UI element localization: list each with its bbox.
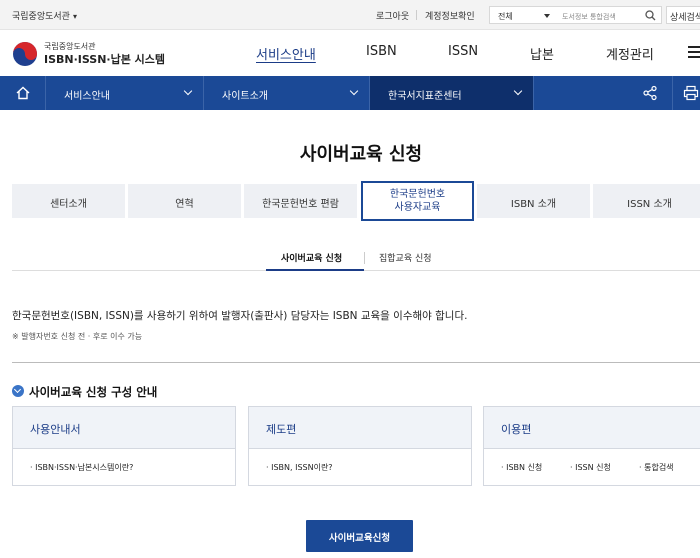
- tab-handbook[interactable]: 한국문헌번호 편람: [244, 184, 357, 218]
- nav-dropdown-site-intro[interactable]: 사이트소개: [204, 76, 370, 110]
- gnb-deposit[interactable]: 납본: [530, 44, 554, 63]
- library-name[interactable]: 국립중앙도서관 ▾: [12, 9, 77, 22]
- card-item-link[interactable]: · ISBN, ISSN이란?: [266, 462, 333, 473]
- korea-emblem-icon: [13, 42, 37, 66]
- subtab-cyber-education[interactable]: 사이버교육 신청: [281, 251, 342, 264]
- chevron-down-icon: [183, 86, 193, 96]
- print-icon[interactable]: [683, 85, 699, 101]
- divider: [364, 252, 365, 264]
- advanced-search-button[interactable]: 상세검색: [666, 6, 700, 24]
- tab-center-intro[interactable]: 센터소개: [12, 184, 125, 218]
- account-info-link[interactable]: 계정정보확인: [425, 9, 475, 22]
- card-usage: 이용편 · ISBN 신청 · ISSN 신청 · 통합검색: [483, 406, 700, 486]
- subtab-group-education[interactable]: 집합교육 신청: [379, 251, 432, 264]
- chevron-down-icon: [513, 86, 523, 96]
- divider: [416, 10, 417, 20]
- nav-dropdown-center[interactable]: 한국서지표준센터: [370, 76, 534, 110]
- menu-icon[interactable]: [688, 46, 700, 58]
- chevron-down-icon: [349, 86, 359, 96]
- tab-label-line1: 한국문헌번호: [389, 189, 446, 200]
- section-title: 사이버교육 신청 구성 안내: [12, 384, 157, 400]
- card-title: 이용편: [484, 407, 700, 449]
- card-user-guide: 사용안내서 · ISBN·ISSN·납본시스템이란?: [12, 406, 236, 486]
- education-description: 한국문헌번호(ISBN, ISSN)를 사용하기 위하여 발행자(출판사) 담당…: [12, 310, 468, 322]
- page-title: 사이버교육 신청: [299, 144, 423, 165]
- utility-bar: 국립중앙도서관 ▾ 로그아웃 계정정보확인 전체 도서정보 통합검색 상세검색: [0, 0, 700, 30]
- card-item-link[interactable]: · ISSN 신청: [570, 462, 611, 473]
- subtab-active-indicator: [266, 269, 364, 271]
- search-scope-select[interactable]: 전체: [489, 6, 557, 24]
- divider: [12, 362, 700, 363]
- card-item-link[interactable]: · 통합검색: [639, 462, 674, 473]
- card-title: 사용안내서: [13, 407, 235, 449]
- share-icon[interactable]: [642, 85, 658, 101]
- divider: [672, 76, 673, 110]
- tab-user-education[interactable]: 한국문헌번호 사용자교육: [361, 181, 474, 221]
- site-header: 국립중앙도서관 ISBN·ISSN·납본 시스템 서비스안내 ISBN ISSN…: [0, 31, 700, 76]
- card-title: 제도편: [249, 407, 471, 449]
- search-icon[interactable]: [645, 10, 656, 21]
- apply-cyber-education-button[interactable]: 사이버교육신청: [306, 520, 413, 552]
- card-item-link[interactable]: · ISBN·ISSN·납본시스템이란?: [30, 462, 133, 473]
- tab-history[interactable]: 연혁: [128, 184, 241, 218]
- home-button[interactable]: [0, 76, 46, 110]
- gnb-service-guide[interactable]: 서비스안내: [256, 44, 316, 63]
- gnb-issn[interactable]: ISSN: [448, 44, 478, 59]
- home-icon: [16, 86, 30, 100]
- gnb-isbn[interactable]: ISBN: [366, 44, 397, 59]
- nav-dropdown-service[interactable]: 서비스안내: [46, 76, 204, 110]
- tab-label-line2: 사용자교육: [394, 202, 441, 213]
- tab-issn-intro[interactable]: ISSN 소개: [593, 184, 700, 218]
- card-system: 제도편 · ISBN, ISSN이란?: [248, 406, 472, 486]
- tab-isbn-intro[interactable]: ISBN 소개: [477, 184, 590, 218]
- logout-link[interactable]: 로그아웃: [376, 9, 409, 22]
- logo-big-text: ISBN·ISSN·납본 시스템: [44, 53, 166, 66]
- search-input[interactable]: 도서정보 통합검색: [556, 6, 662, 24]
- location-nav: 서비스안내 사이트소개 한국서지표준센터: [0, 76, 700, 110]
- gnb-account[interactable]: 계정관리: [606, 44, 654, 63]
- caret-down-icon: [544, 14, 550, 18]
- card-item-link[interactable]: · ISBN 신청: [501, 462, 542, 473]
- education-note: ※ 발행자번호 신청 전 · 후로 이수 가능: [12, 332, 143, 341]
- check-circle-icon: [12, 385, 24, 397]
